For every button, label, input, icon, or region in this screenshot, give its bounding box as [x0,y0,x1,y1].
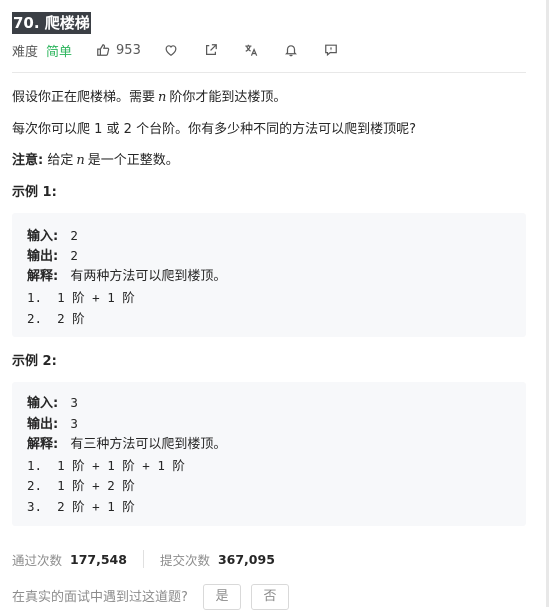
explain-text: 有两种方法可以爬到楼顶。 [70,269,227,284]
difficulty-label: 难度 [12,44,39,60]
comment-icon [324,44,337,57]
interview-question: 在真实的面试中遇到过这道题? [12,590,188,605]
title-area: 70. 爬楼梯 [12,12,91,34]
example-step: 2. 1 阶 + 2 阶 [27,478,135,493]
description-paragraph-1: 假设你正在爬楼梯。需要 n 阶你才能到达楼顶。 [12,88,286,108]
heart-icon [165,45,177,56]
example-explain-line: 解释: 有两种方法可以爬到楼顶。 [27,267,226,287]
input-label: 输入: [27,396,59,411]
submission-stats: 通过次数 177,548 提交次数 367,095 [12,549,275,569]
submissions-label: 提交次数 [159,552,210,568]
stats-divider [142,550,144,568]
note-text: 是一个正整数。 [87,153,179,168]
accepted-label: 通过次数 [12,552,63,568]
example-explain-line: 解释: 有三种方法可以爬到楼顶。 [27,435,226,455]
translate-icon [245,44,258,56]
example-step: 1. 1 阶 + 1 阶 [27,290,135,305]
no-button[interactable]: 否 [251,584,289,610]
submissions-count: 367,095 [217,551,275,567]
explain-label: 解释: [27,269,59,284]
variable-n: n [76,153,85,168]
input-value: 3 [70,395,78,410]
accepted-count: 177,548 [70,551,127,567]
share-icon [205,44,217,55]
input-label: 输入: [27,229,59,244]
feedback-button[interactable] [324,43,338,57]
problem-title: 70. 爬楼梯 [12,12,91,34]
description-text: 假设你正在爬楼梯。需要 [12,90,156,105]
yes-button[interactable]: 是 [203,584,241,610]
like-button[interactable]: 953 [96,43,141,58]
translate-button[interactable] [244,43,258,57]
description-text: 阶你才能到达楼顶。 [169,90,287,105]
note-label: 注意: [12,153,44,168]
output-label: 输出: [27,417,59,432]
example-2-heading: 示例 2: [12,354,57,369]
output-value: 3 [70,416,78,431]
output-label: 输出: [27,249,59,264]
problem-meta-bar: 难度 简单 953 [12,40,338,60]
explain-text: 有三种方法可以爬到楼顶。 [70,437,227,452]
note-text: 给定 [47,153,74,168]
bell-icon [284,45,297,57]
example-2-block: 输入: 3 输出: 3 解释: 有三种方法可以爬到楼顶。 1. 1 阶 + 1 … [12,382,526,526]
example-input-line: 输入: 3 [27,393,78,414]
variable-n: n [158,90,167,105]
favorite-button[interactable] [164,43,178,57]
example-input-line: 输入: 2 [27,226,78,247]
description-paragraph-2: 每次你可以爬 1 或 2 个台阶。你有多少种不同的方法可以爬到楼顶呢? [12,122,416,137]
example-step: 3. 2 阶 + 1 阶 [27,499,135,514]
difficulty-badge: 简单 [46,44,73,60]
example-step: 1. 1 阶 + 1 阶 + 1 阶 [27,458,185,473]
output-value: 2 [70,248,78,263]
example-1-block: 输入: 2 输出: 2 解释: 有两种方法可以爬到楼顶。 1. 1 阶 + 1 … [12,213,526,337]
explain-label: 解释: [27,437,59,452]
thumbs-up-icon [97,44,110,56]
example-step: 2. 2 阶 [27,311,85,326]
input-value: 2 [70,228,78,243]
like-count: 953 [116,42,141,58]
share-button[interactable] [204,43,218,57]
header-divider [12,72,526,73]
example-output-line: 输出: 3 [27,414,78,435]
example-1-heading: 示例 1: [12,185,57,200]
example-output-line: 输出: 2 [27,246,78,267]
note-paragraph: 注意: 给定 n 是一个正整数。 [12,151,179,171]
notify-button[interactable] [284,43,298,57]
